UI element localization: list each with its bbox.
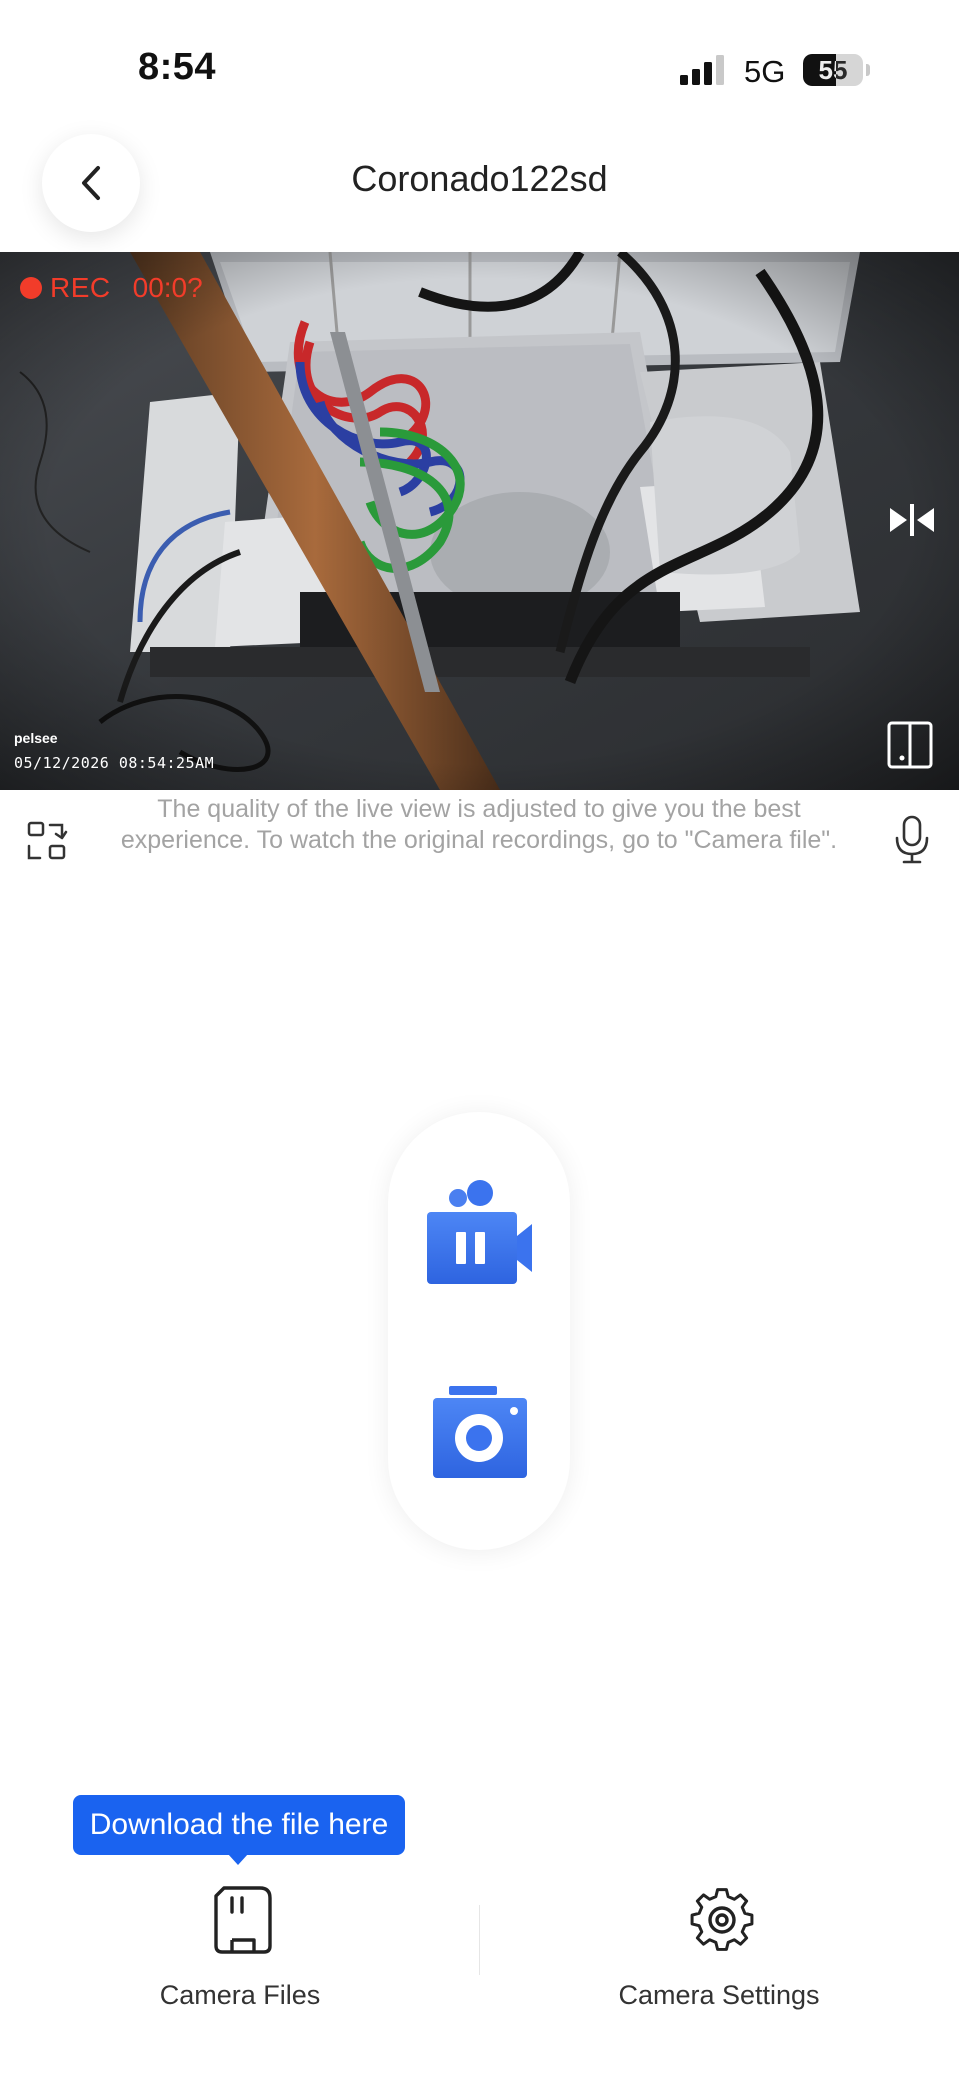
download-hint-tooltip: Download the file here	[73, 1795, 405, 1855]
microphone-icon[interactable]	[892, 814, 932, 866]
video-pause-icon[interactable]	[418, 1176, 540, 1288]
camera-brand-watermark: pelsee	[14, 730, 58, 746]
recording-dot-icon	[20, 277, 42, 299]
sd-card-icon	[214, 1886, 272, 1954]
status-bar: 8:54 5G 55	[0, 0, 959, 130]
camera-files-button[interactable]: Camera Files	[110, 1880, 370, 2010]
split-screen-icon[interactable]	[886, 720, 934, 770]
battery-indicator: 55	[803, 54, 863, 86]
battery-percent: 55	[818, 55, 848, 85]
camera-timestamp: 05/12/2026 08:54:25AM	[14, 754, 215, 772]
battery-tip	[866, 64, 870, 76]
signal-strength-icon	[680, 55, 724, 85]
rec-label: REC	[50, 272, 111, 303]
status-time: 8:54	[138, 46, 217, 88]
recording-indicator: REC 00:0?	[20, 272, 203, 304]
network-type: 5G	[744, 54, 786, 89]
rotate-view-icon[interactable]	[26, 820, 70, 864]
camera-settings-button[interactable]: Camera Settings	[589, 1880, 849, 2010]
tooltip-arrow	[228, 1854, 248, 1865]
rec-time: 00:0?	[132, 272, 203, 303]
gear-icon	[690, 1888, 754, 1951]
page-title: Coronado122sd	[351, 158, 608, 199]
camera-settings-label: Camera Settings	[618, 1980, 820, 2010]
mirror-flip-icon[interactable]	[887, 500, 937, 540]
live-view-notice: The quality of the live view is adjusted…	[120, 795, 838, 854]
live-camera-view[interactable]	[0, 252, 959, 790]
camera-files-label: Camera Files	[159, 1980, 321, 2010]
nav-divider	[479, 1905, 480, 1975]
camera-feed-image	[0, 252, 959, 790]
camera-icon[interactable]	[424, 1382, 534, 1484]
